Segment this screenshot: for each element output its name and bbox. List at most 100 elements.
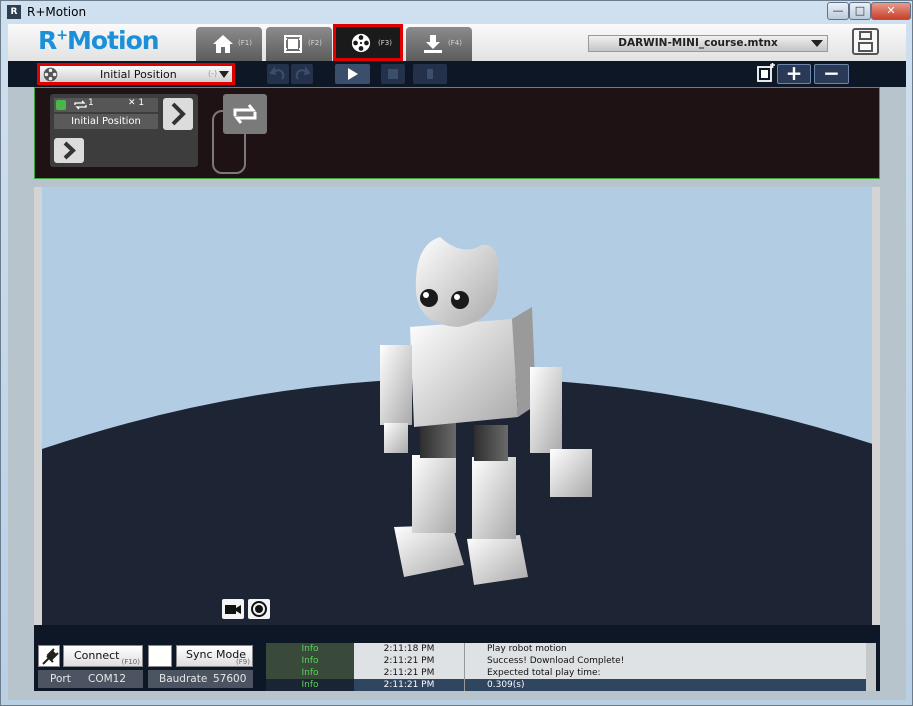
log-row[interactable]: Info 2:11:21 PM 0.309(s) bbox=[266, 679, 866, 691]
logo-plus: + bbox=[56, 27, 68, 44]
project-file-name: DARWIN-MINI_course.mtnx bbox=[618, 37, 778, 49]
camera-icon bbox=[225, 605, 241, 614]
motion-step-card[interactable]: 1 ✕ 1 Initial Position bbox=[50, 94, 198, 167]
tab-film-shortcut: (F2) bbox=[308, 39, 322, 47]
stop-icon bbox=[388, 69, 398, 79]
top-navigation-bar: R+Motion (F1) (F2) (F3) (F4) DARWIN-MINI… bbox=[8, 24, 906, 61]
log-message: Play robot motion bbox=[464, 643, 866, 655]
logo-text: Motion bbox=[67, 26, 160, 55]
port-indicator: Port COM12 bbox=[38, 670, 143, 688]
undo-button[interactable] bbox=[267, 64, 289, 84]
tab-motion[interactable]: (F3) bbox=[333, 24, 403, 61]
logo-letter: R bbox=[38, 26, 57, 55]
connect-shortcut: (F10) bbox=[121, 658, 140, 666]
rplus-motion-logo: R+Motion bbox=[38, 26, 160, 55]
log-time: 2:11:21 PM bbox=[354, 679, 464, 691]
project-file-dropdown[interactable]: DARWIN-MINI_course.mtnx bbox=[588, 35, 828, 52]
step-jump-button[interactable] bbox=[54, 138, 84, 163]
log-level: Info bbox=[266, 667, 354, 679]
step-loop-count: 1 bbox=[88, 98, 94, 108]
chevron-right-icon bbox=[171, 102, 186, 126]
step-speed: ✕ 1 bbox=[128, 98, 145, 108]
capture-button[interactable] bbox=[248, 599, 270, 619]
pause-button[interactable] bbox=[413, 64, 447, 84]
step-header: 1 ✕ 1 bbox=[54, 98, 158, 112]
app-icon: R bbox=[7, 5, 21, 19]
message-log[interactable]: Info 2:11:18 PM Play robot motion Info 2… bbox=[266, 643, 876, 691]
connection-plug-button[interactable] bbox=[38, 645, 60, 667]
log-row[interactable]: Info 2:11:21 PM Success! Download Comple… bbox=[266, 655, 866, 667]
repeat-icon bbox=[74, 100, 87, 110]
floppy-disk-icon bbox=[858, 31, 873, 52]
save-button[interactable] bbox=[852, 28, 879, 55]
film-icon bbox=[284, 35, 302, 53]
log-time: 2:11:21 PM bbox=[383, 668, 435, 678]
play-button[interactable] bbox=[335, 64, 370, 84]
chevron-down-icon bbox=[811, 40, 823, 47]
robot-3d-viewport[interactable] bbox=[34, 187, 880, 625]
sync-mode-shortcut: (F9) bbox=[236, 658, 250, 666]
viewport-footer bbox=[34, 625, 880, 641]
tab-home-shortcut: (F1) bbox=[238, 39, 252, 47]
undo-icon bbox=[269, 66, 285, 80]
download-icon bbox=[424, 35, 442, 53]
add-step-button[interactable]: + bbox=[777, 63, 811, 84]
pause-icon bbox=[427, 69, 433, 79]
step-next-button[interactable] bbox=[163, 98, 193, 130]
camera-button[interactable] bbox=[222, 599, 244, 619]
log-row[interactable]: Info 2:11:21 PM Expected total play time… bbox=[266, 667, 866, 679]
minimize-button[interactable]: — bbox=[827, 2, 849, 20]
tab-film[interactable]: (F2) bbox=[266, 27, 332, 61]
log-time: 2:11:18 PM bbox=[383, 644, 435, 654]
log-message: 0.309(s) bbox=[464, 679, 866, 691]
log-message: Expected total play time: bbox=[464, 667, 866, 679]
motion-dropdown[interactable]: Initial Position (-) bbox=[37, 63, 235, 85]
motion-dropdown-label: Initial Position bbox=[100, 68, 177, 81]
stop-button[interactable] bbox=[381, 64, 405, 84]
log-level: Info bbox=[266, 643, 354, 655]
connect-button[interactable]: Connect (F10) bbox=[63, 645, 143, 667]
repeat-icon bbox=[233, 104, 257, 124]
motion-toolbar: Initial Position (-) + − bbox=[8, 61, 906, 87]
log-level: Info bbox=[266, 655, 354, 667]
sync-mode-button[interactable]: Sync Mode (F9) bbox=[176, 645, 253, 667]
sync-mode-checkbox[interactable] bbox=[148, 645, 172, 667]
baudrate-label: Baudrate bbox=[159, 673, 208, 685]
title-bar: R R+Motion — □ ✕ bbox=[1, 1, 912, 23]
remove-step-button[interactable]: − bbox=[814, 63, 849, 84]
log-message: Success! Download Complete! bbox=[464, 655, 866, 667]
motion-flow-panel: 1 ✕ 1 Initial Position bbox=[34, 87, 880, 179]
tab-home[interactable]: (F1) bbox=[196, 27, 262, 61]
chevron-right-icon bbox=[63, 141, 76, 160]
close-button[interactable]: ✕ bbox=[871, 2, 911, 20]
redo-icon bbox=[295, 66, 311, 80]
tab-download[interactable]: (F4) bbox=[406, 27, 472, 61]
loop-button[interactable] bbox=[223, 94, 267, 134]
chevron-down-icon bbox=[219, 71, 229, 78]
checkbox-icon[interactable] bbox=[56, 100, 66, 110]
play-icon bbox=[348, 68, 358, 80]
motion-dropdown-number: (-) bbox=[208, 69, 218, 78]
shutter-icon bbox=[251, 601, 267, 617]
tab-download-shortcut: (F4) bbox=[448, 39, 462, 47]
tab-motion-shortcut: (F3) bbox=[378, 39, 392, 47]
home-icon bbox=[213, 35, 233, 53]
baudrate-indicator: Baudrate 57600 bbox=[148, 670, 253, 688]
app-client-area: R+Motion (F1) (F2) (F3) (F4) DARWIN-MINI… bbox=[8, 24, 906, 700]
status-bar: Connect (F10) Sync Mode (F9) Port COM12 … bbox=[34, 641, 880, 691]
baudrate-value: 57600 bbox=[213, 673, 247, 685]
maximize-button[interactable]: □ bbox=[849, 2, 871, 20]
port-label: Port bbox=[50, 673, 71, 685]
app-window: R R+Motion — □ ✕ R+Motion (F1) (F2) (F3)… bbox=[0, 0, 913, 706]
port-value: COM12 bbox=[88, 673, 127, 685]
log-scrollbar[interactable] bbox=[866, 643, 876, 691]
redo-button[interactable] bbox=[291, 64, 313, 84]
log-level: Info bbox=[266, 679, 354, 691]
darwin-mini-robot-model bbox=[380, 237, 592, 585]
log-time: 2:11:21 PM bbox=[383, 656, 435, 666]
connect-label: Connect bbox=[74, 649, 120, 662]
add-frame-button[interactable] bbox=[756, 63, 776, 85]
step-name: Initial Position bbox=[54, 114, 158, 129]
window-title: R+Motion bbox=[27, 5, 87, 19]
log-row[interactable]: Info 2:11:18 PM Play robot motion bbox=[266, 643, 866, 655]
